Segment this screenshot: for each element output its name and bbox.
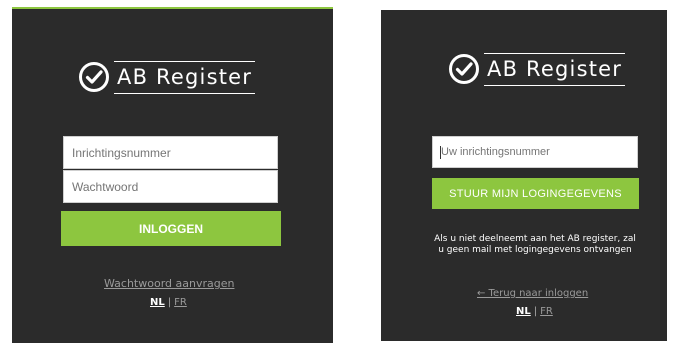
- ab-register-logo: AB Register: [78, 60, 256, 94]
- logo-brand-text: AB Register: [114, 60, 256, 94]
- back-to-login-link[interactable]: ← Terug naar inloggen: [477, 288, 588, 299]
- checkmark-circle-icon: [449, 54, 479, 84]
- uw-inrichtingsnummer-input[interactable]: [432, 136, 638, 168]
- lang-fr-link[interactable]: FR: [174, 297, 187, 308]
- language-switcher: NL | FR: [516, 306, 553, 317]
- checkmark-circle-icon: [79, 62, 109, 92]
- text-caret: [440, 146, 441, 159]
- wachtwoord-input[interactable]: [63, 170, 278, 203]
- lang-separator: |: [533, 306, 538, 317]
- request-credentials-panel: AB Register STUUR MIJN LOGINGEGEVENS Als…: [381, 10, 667, 341]
- language-switcher: NL | FR: [150, 297, 187, 308]
- notice-text: Als u niet deelneemt aan het AB register…: [434, 234, 636, 255]
- send-credentials-button[interactable]: STUUR MIJN LOGINGEGEVENS: [432, 178, 639, 209]
- lang-nl-link[interactable]: NL: [150, 297, 165, 308]
- login-panel: AB Register INLOGGEN Wachtwoord aanvrage…: [12, 7, 333, 343]
- logo-brand-text: AB Register: [484, 52, 626, 86]
- forgot-password-link[interactable]: Wachtwoord aanvragen: [104, 277, 234, 290]
- lang-separator: |: [167, 297, 172, 308]
- lang-nl-link[interactable]: NL: [516, 306, 531, 317]
- inrichtingsnummer-input[interactable]: [63, 136, 278, 169]
- ab-register-logo: AB Register: [448, 52, 626, 86]
- login-button[interactable]: INLOGGEN: [61, 211, 281, 246]
- lang-fr-link[interactable]: FR: [540, 306, 553, 317]
